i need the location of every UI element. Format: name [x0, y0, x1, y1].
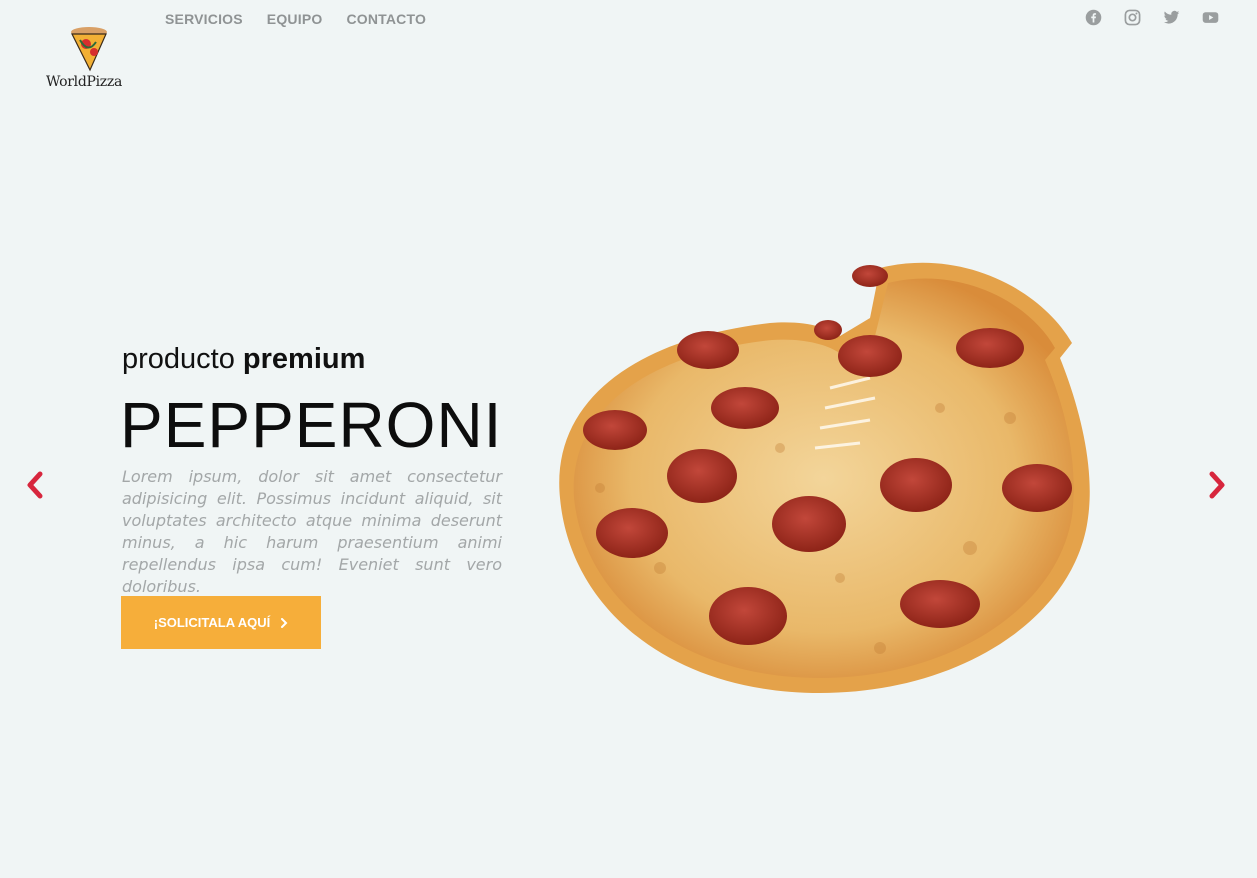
- chevron-right-icon: [281, 617, 288, 628]
- chevron-right-icon: [1209, 471, 1225, 499]
- brand-logo[interactable]: WorldPizza: [46, 24, 136, 94]
- order-button[interactable]: ¡SOLICITALA AQUÍ: [121, 596, 321, 649]
- facebook-icon[interactable]: [1085, 9, 1102, 26]
- twitter-icon[interactable]: [1163, 9, 1180, 26]
- instagram-icon[interactable]: [1124, 9, 1141, 26]
- hero-subtitle: producto premium: [122, 343, 365, 376]
- pizza-slice-logo-icon: [71, 27, 107, 72]
- order-button-label: ¡SOLICITALA AQUÍ: [153, 615, 271, 630]
- hero-subtitle-bold: premium: [242, 343, 366, 375]
- carousel-prev-button[interactable]: [25, 471, 45, 499]
- youtube-icon[interactable]: [1202, 9, 1219, 26]
- nav-item-equipo[interactable]: EQUIPO: [267, 11, 323, 27]
- carousel-next-button[interactable]: [1207, 471, 1227, 499]
- nav-item-contacto[interactable]: CONTACTO: [346, 11, 426, 27]
- pepperoni-pizza-image: [559, 262, 1090, 693]
- hero-title: PEPPERONI: [120, 389, 503, 461]
- social-links: [1085, 9, 1219, 26]
- chevron-left-icon: [27, 471, 43, 499]
- brand-name: WorldPizza: [46, 74, 122, 90]
- hero-subtitle-regular: producto: [122, 343, 243, 375]
- nav-item-servicios[interactable]: SERVICIOS: [165, 11, 243, 27]
- main-nav: SERVICIOS EQUIPO CONTACTO: [165, 11, 426, 27]
- hero-description: Lorem ipsum, dolor sit amet consectetur …: [122, 467, 502, 596]
